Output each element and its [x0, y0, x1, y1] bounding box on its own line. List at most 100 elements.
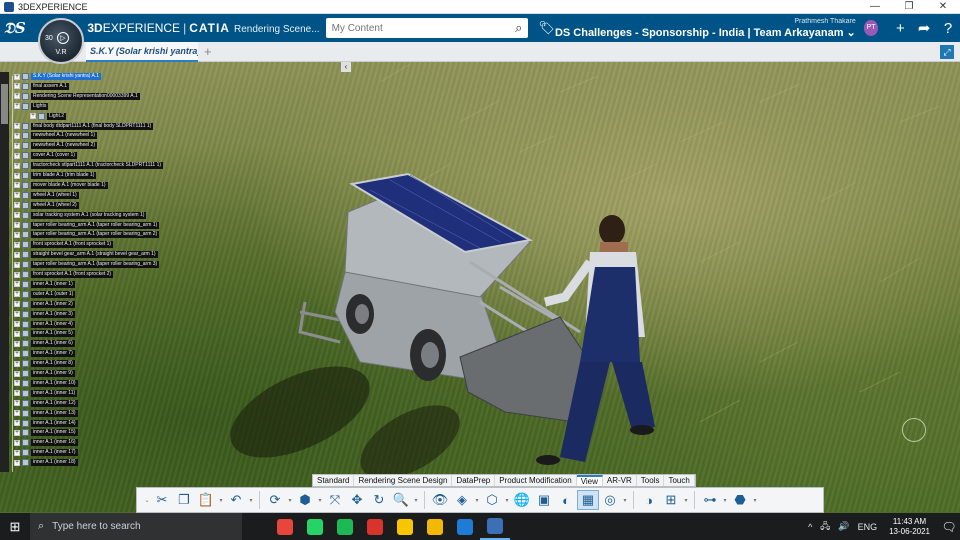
tree-node-label[interactable]: inner A.1 (inner 12): [31, 399, 78, 407]
share-icon[interactable]: ➦: [912, 19, 936, 37]
slides-app-icon[interactable]: [360, 513, 390, 540]
tab-document[interactable]: S.K.Y (Solar krishi yantra): [86, 41, 198, 62]
tree-node[interactable]: + front sprocket A.1 (front sprocket 1): [14, 240, 114, 249]
tree-expand-icon[interactable]: +: [14, 123, 20, 129]
minimize-button[interactable]: —: [858, 0, 892, 14]
tree-node[interactable]: + wheel A.1 (wheel 2): [14, 201, 79, 210]
notification-icon[interactable]: 🗨: [938, 520, 960, 534]
tree-expand-icon[interactable]: +: [14, 162, 20, 169]
tree-expand-icon[interactable]: +: [14, 400, 20, 407]
tree-node[interactable]: + solar tracking system A.1 (solar tracki…: [14, 211, 147, 220]
tree-collapse-button[interactable]: ‹: [341, 62, 351, 72]
tree-node-label[interactable]: straight bevel gear_arm A.1 (straight be…: [31, 251, 158, 259]
action-bar-collapse-icon[interactable]: ⌄: [143, 497, 151, 504]
tree-expand-icon[interactable]: +: [14, 192, 20, 199]
tree-expand-icon[interactable]: +: [14, 449, 20, 456]
tree-node-label[interactable]: inner A.1 (inner 11): [31, 389, 78, 397]
tree-node[interactable]: + inner A.1 (inner 4): [14, 320, 75, 329]
section-tab[interactable]: Touch: [664, 475, 695, 486]
section-tab[interactable]: View: [576, 475, 603, 486]
tree-expand-icon[interactable]: +: [30, 113, 36, 120]
tree-node-label[interactable]: Lights: [31, 102, 49, 110]
add-icon[interactable]: +: [888, 20, 912, 37]
tree-node[interactable]: + inner A.1 (inner 10): [14, 379, 78, 388]
tree-node[interactable]: + inner A.1 (inner 15): [14, 428, 78, 437]
tree-node[interactable]: + cover A.1 (cover 1): [14, 151, 77, 160]
network-icon[interactable]: 🖧: [820, 519, 830, 535]
tree-expand-icon[interactable]: +: [14, 380, 20, 387]
tree-expand-icon[interactable]: +: [14, 182, 20, 189]
tree-node-label[interactable]: trim blade A.1 (trim blade 1): [31, 172, 97, 179]
camera-icon[interactable]: ◎: [599, 490, 621, 510]
tree-node[interactable]: + inner A.1 (inner 14): [14, 419, 78, 428]
section-tab[interactable]: Standard: [313, 475, 355, 486]
dropdown-caret-icon[interactable]: ▾: [217, 497, 225, 504]
collab-space-selector[interactable]: Prathmesh Thakare DS Challenges - Sponso…: [555, 18, 856, 39]
tree-node[interactable]: + taper roller bearing_arm A.1 (taper rol…: [14, 230, 160, 239]
tree-expand-icon[interactable]: +: [14, 311, 20, 318]
tree-node[interactable]: + inner A.1 (inner 3): [14, 310, 75, 319]
tree-node-label[interactable]: inner A.1 (inner 4): [31, 320, 75, 328]
cut-icon[interactable]: ✂: [151, 490, 173, 510]
tree-expand-icon[interactable]: +: [14, 410, 20, 417]
tree-node[interactable]: + trim blade A.1 (trim blade 1): [14, 171, 97, 180]
tree-expand-icon[interactable]: +: [14, 103, 20, 110]
analysis-icon[interactable]: ⬣: [729, 490, 751, 510]
tree-node[interactable]: + inner A.1 (inner 16): [14, 438, 78, 447]
tree-node-label[interactable]: front sprocket A.1 (front sprocket 2): [31, 271, 114, 278]
section-tab[interactable]: Tools: [637, 475, 665, 486]
avatar[interactable]: PT: [863, 20, 879, 36]
tree-expand-icon[interactable]: +: [14, 291, 20, 298]
file-explorer-icon[interactable]: [420, 513, 450, 540]
wheel-rear-left[interactable]: [410, 329, 446, 381]
tree-node-label[interactable]: taper roller bearing_arm A.1 (taper roll…: [31, 231, 160, 239]
dropdown-caret-icon[interactable]: ▾: [286, 497, 294, 504]
tree-node[interactable]: + newwheel A.1 (newwheel 2): [14, 141, 97, 150]
tree-expand-icon[interactable]: +: [14, 370, 20, 377]
tree-node-label[interactable]: inner A.1 (inner 17): [31, 449, 78, 457]
tree-node[interactable]: + wheel A.1 (wheel 1): [14, 191, 79, 200]
tree-expand-icon[interactable]: +: [14, 142, 20, 149]
tree-expand-icon[interactable]: +: [14, 251, 20, 258]
close-button[interactable]: ✕: [926, 0, 960, 14]
tree-node-label[interactable]: inner A.1 (inner 8): [31, 360, 75, 368]
tree-node-label[interactable]: mover blade A.1 (mover blade 1): [31, 181, 108, 189]
tree-node-label[interactable]: newwheel A.1 (newwheel 2): [31, 142, 97, 150]
tree-node-label[interactable]: inner A.1 (inner 13): [31, 409, 78, 417]
tree-expand-icon[interactable]: +: [14, 321, 20, 327]
globe-icon[interactable]: 🌐: [511, 490, 533, 510]
tree-expand-icon[interactable]: +: [14, 350, 20, 357]
tree-expand-icon[interactable]: +: [14, 261, 20, 268]
tree-node-label[interactable]: Rendering Scene Representation00003399 A…: [31, 92, 140, 100]
cube-view-icon[interactable]: ⬢: [294, 490, 316, 510]
tree-node-label[interactable]: inner A.1 (inner 5): [31, 330, 75, 338]
tree-node[interactable]: + inner A.1 (inner 6): [14, 339, 75, 348]
3d-viewport[interactable]: ‹ + S.K.Y (Solar krishi yantra) A.1 + final…: [0, 62, 960, 512]
tree-scrollbar-thumb[interactable]: [1, 84, 8, 124]
tree-expand-icon[interactable]: +: [14, 281, 20, 288]
tree-node[interactable]: + inner A.1 (inner 1): [14, 280, 75, 289]
language-indicator[interactable]: ENG: [858, 522, 878, 532]
section-tab[interactable]: Rendering Scene Design: [354, 475, 453, 486]
restore-button[interactable]: ❐: [892, 0, 926, 14]
tree-expand-icon[interactable]: +: [14, 360, 20, 367]
tree-node-label[interactable]: taper roller bearing_arm A.1 (taper roll…: [31, 261, 160, 269]
section-tab[interactable]: Product Modification: [495, 475, 577, 486]
tree-expand-icon[interactable]: +: [14, 301, 20, 308]
tree-node-label[interactable]: inner A.1 (inner 9): [31, 370, 75, 377]
dropdown-caret-icon[interactable]: ▾: [473, 497, 481, 504]
tree-expand-icon[interactable]: +: [14, 241, 20, 248]
tree-node[interactable]: + Light.2: [30, 112, 67, 121]
search-input[interactable]: [331, 22, 516, 34]
tree-node-label[interactable]: cover A.1 (cover 1): [31, 152, 77, 160]
update-icon[interactable]: ⟳: [264, 490, 286, 510]
hierarchy-icon[interactable]: ⊶: [699, 490, 721, 510]
tree-node[interactable]: + Lights: [14, 102, 49, 111]
tree-expand-icon[interactable]: +: [14, 152, 20, 159]
add-tab-button[interactable]: +: [204, 44, 212, 59]
tree-node-label[interactable]: front sprocket A.1 (front sprocket 1): [31, 241, 114, 249]
taskbar-search[interactable]: ⌕ Type here to search: [30, 513, 242, 540]
tree-node[interactable]: + inner A.1 (inner 5): [14, 329, 75, 338]
rotate-icon[interactable]: ↻: [368, 490, 390, 510]
tree-node-label[interactable]: tractorcheck stlpart1111 A.1 (tractorche…: [31, 162, 164, 170]
